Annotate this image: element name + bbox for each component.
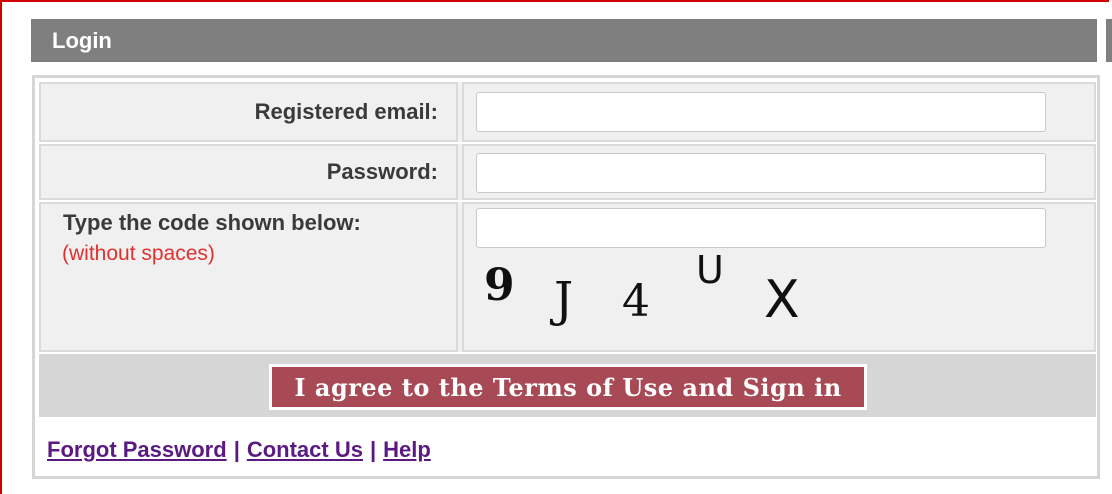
submit-bar: I agree to the Terms of Use and Sign in (39, 354, 1096, 417)
captcha-field[interactable] (476, 208, 1046, 248)
captcha-char: 9 (484, 260, 515, 311)
captcha-image: 9 J 4 U X (484, 248, 864, 342)
contact-us-link[interactable]: Contact Us (247, 437, 363, 463)
captcha-char: U (696, 248, 724, 292)
login-panel: Registered email: Password: Type the cod… (32, 75, 1100, 479)
captcha-note: (without spaces) (62, 242, 215, 265)
footer-links: Forgot Password | Contact Us | Help (47, 430, 431, 470)
sign-in-button[interactable]: I agree to the Terms of Use and Sign in (269, 364, 867, 410)
link-separator: | (233, 437, 240, 462)
login-title: Login (52, 27, 112, 53)
captcha-char: X (764, 270, 800, 330)
email-label-cell: Registered email: (39, 82, 458, 142)
captcha-label-cell: Type the code shown below: (without spac… (39, 202, 458, 352)
email-input-cell (462, 82, 1096, 142)
link-separator: | (369, 437, 377, 462)
captcha-char: 4 (622, 276, 650, 327)
password-row: Password: (39, 144, 1096, 200)
captcha-input-cell: 9 J 4 U X (462, 202, 1096, 352)
forgot-password-link[interactable]: Forgot Password (47, 437, 227, 463)
email-field[interactable] (476, 92, 1046, 132)
password-label-cell: Password: (39, 144, 458, 200)
email-label: Registered email: (254, 99, 438, 124)
password-input-cell (462, 144, 1096, 200)
adjacent-header-bar (1106, 19, 1112, 62)
login-header: Login (31, 19, 1097, 62)
email-row: Registered email: (39, 82, 1096, 142)
password-field[interactable] (476, 153, 1046, 193)
password-label: Password: (326, 159, 438, 184)
help-link[interactable]: Help (383, 437, 431, 463)
captcha-row: Type the code shown below: (without spac… (39, 202, 1096, 352)
captcha-char: J (554, 272, 574, 328)
captcha-label: Type the code shown below: (63, 210, 361, 235)
